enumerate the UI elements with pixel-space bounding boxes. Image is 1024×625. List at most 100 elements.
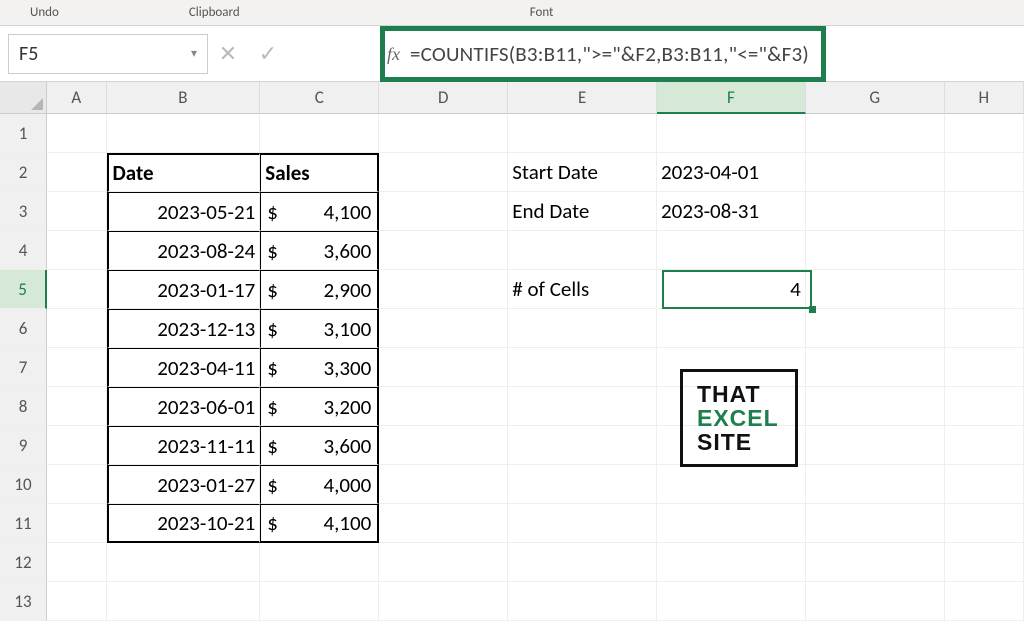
cell-H12[interactable] bbox=[945, 543, 1024, 582]
cell-B8[interactable]: 2023-06-01 bbox=[107, 387, 261, 426]
cell-C7[interactable]: $3,300 bbox=[260, 348, 379, 387]
cell-G7[interactable] bbox=[806, 348, 945, 387]
row-header-13[interactable]: 13 bbox=[0, 582, 47, 621]
row-header-6[interactable]: 6 bbox=[0, 309, 47, 348]
col-header-B[interactable]: B bbox=[107, 82, 261, 114]
cell-B2[interactable]: Date bbox=[107, 153, 261, 192]
cell-E5[interactable]: # of Cells bbox=[508, 270, 657, 309]
cell-D1[interactable] bbox=[379, 114, 508, 153]
cell-A13[interactable] bbox=[47, 582, 107, 621]
cell-A8[interactable] bbox=[47, 387, 107, 426]
cell-F1[interactable] bbox=[657, 114, 806, 153]
formula-enter-icon[interactable]: ✓ bbox=[248, 40, 288, 67]
cell-B13[interactable] bbox=[107, 582, 261, 621]
cell-D12[interactable] bbox=[379, 543, 508, 582]
cell-C9[interactable]: $3,600 bbox=[260, 426, 379, 465]
cell-grid[interactable]: DateSalesStart Date2023-04-012023-05-21$… bbox=[47, 114, 1024, 625]
cell-G13[interactable] bbox=[806, 582, 945, 621]
cell-G3[interactable] bbox=[806, 192, 945, 231]
cell-F3[interactable]: 2023-08-31 bbox=[657, 192, 806, 231]
cell-H8[interactable] bbox=[945, 387, 1024, 426]
cell-D4[interactable] bbox=[379, 231, 508, 270]
row-header-9[interactable]: 9 bbox=[0, 426, 47, 465]
chevron-down-icon[interactable]: ▾ bbox=[191, 46, 197, 61]
cell-H10[interactable] bbox=[945, 465, 1024, 504]
cell-A12[interactable] bbox=[47, 543, 107, 582]
col-header-E[interactable]: E bbox=[508, 82, 657, 114]
cell-E6[interactable] bbox=[508, 309, 657, 348]
cell-C10[interactable]: $4,000 bbox=[260, 465, 379, 504]
cell-D5[interactable] bbox=[379, 270, 508, 309]
cell-H3[interactable] bbox=[945, 192, 1024, 231]
cell-G10[interactable] bbox=[806, 465, 945, 504]
cell-E7[interactable] bbox=[508, 348, 657, 387]
cell-E12[interactable] bbox=[508, 543, 657, 582]
row-header-7[interactable]: 7 bbox=[0, 348, 47, 387]
cell-C12[interactable] bbox=[260, 543, 379, 582]
cell-C11[interactable]: $4,100 bbox=[260, 504, 379, 543]
cell-B11[interactable]: 2023-10-21 bbox=[107, 504, 261, 543]
cell-A5[interactable] bbox=[47, 270, 107, 309]
cell-D7[interactable] bbox=[379, 348, 508, 387]
cell-A3[interactable] bbox=[47, 192, 107, 231]
cell-F2[interactable]: 2023-04-01 bbox=[657, 153, 806, 192]
cell-B3[interactable]: 2023-05-21 bbox=[107, 192, 261, 231]
cell-C13[interactable] bbox=[260, 582, 379, 621]
cell-H7[interactable] bbox=[945, 348, 1024, 387]
cell-B5[interactable]: 2023-01-17 bbox=[107, 270, 261, 309]
col-header-D[interactable]: D bbox=[379, 82, 508, 114]
row-header-3[interactable]: 3 bbox=[0, 192, 47, 231]
cell-C3[interactable]: $4,100 bbox=[260, 192, 379, 231]
cell-B9[interactable]: 2023-11-11 bbox=[107, 426, 261, 465]
fx-icon[interactable]: fx bbox=[387, 44, 400, 65]
cell-H2[interactable] bbox=[945, 153, 1024, 192]
row-header-11[interactable]: 11 bbox=[0, 504, 47, 543]
cell-B7[interactable]: 2023-04-11 bbox=[107, 348, 261, 387]
row-headers[interactable]: 12345678910111213 bbox=[0, 114, 47, 621]
cell-F6[interactable] bbox=[657, 309, 806, 348]
cell-H4[interactable] bbox=[945, 231, 1024, 270]
row-header-2[interactable]: 2 bbox=[0, 153, 47, 192]
row-header-10[interactable]: 10 bbox=[0, 465, 47, 504]
row-header-5[interactable]: 5 bbox=[0, 270, 47, 309]
cell-A1[interactable] bbox=[47, 114, 107, 153]
cell-G2[interactable] bbox=[806, 153, 945, 192]
cell-E3[interactable]: End Date bbox=[508, 192, 657, 231]
cell-A11[interactable] bbox=[47, 504, 107, 543]
cell-D10[interactable] bbox=[379, 465, 508, 504]
name-box[interactable]: F5 ▾ bbox=[8, 34, 208, 74]
cell-G12[interactable] bbox=[806, 543, 945, 582]
cell-D2[interactable] bbox=[379, 153, 508, 192]
col-header-C[interactable]: C bbox=[260, 82, 379, 114]
cell-E4[interactable] bbox=[508, 231, 657, 270]
cell-H1[interactable] bbox=[945, 114, 1024, 153]
row-header-12[interactable]: 12 bbox=[0, 543, 47, 582]
cell-H11[interactable] bbox=[945, 504, 1024, 543]
cell-E1[interactable] bbox=[508, 114, 657, 153]
cell-D8[interactable] bbox=[379, 387, 508, 426]
cell-H6[interactable] bbox=[945, 309, 1024, 348]
cell-B12[interactable] bbox=[107, 543, 261, 582]
cell-F12[interactable] bbox=[657, 543, 806, 582]
select-all-triangle[interactable] bbox=[0, 82, 47, 114]
cell-G11[interactable] bbox=[806, 504, 945, 543]
formula-cancel-icon[interactable]: ✕ bbox=[208, 40, 248, 67]
cell-G4[interactable] bbox=[806, 231, 945, 270]
cell-B6[interactable]: 2023-12-13 bbox=[107, 309, 261, 348]
cell-B4[interactable]: 2023-08-24 bbox=[107, 231, 261, 270]
cell-E2[interactable]: Start Date bbox=[508, 153, 657, 192]
cell-E8[interactable] bbox=[508, 387, 657, 426]
cell-C2[interactable]: Sales bbox=[260, 153, 379, 192]
cell-H13[interactable] bbox=[945, 582, 1024, 621]
cell-H5[interactable] bbox=[945, 270, 1024, 309]
column-headers[interactable]: A B C D E F G H bbox=[47, 82, 1024, 114]
cell-F13[interactable] bbox=[657, 582, 806, 621]
cell-C8[interactable]: $3,200 bbox=[260, 387, 379, 426]
row-header-4[interactable]: 4 bbox=[0, 231, 47, 270]
cell-D6[interactable] bbox=[379, 309, 508, 348]
col-header-F[interactable]: F bbox=[657, 82, 806, 114]
cell-D11[interactable] bbox=[379, 504, 508, 543]
cell-A4[interactable] bbox=[47, 231, 107, 270]
cell-E9[interactable] bbox=[508, 426, 657, 465]
cell-H9[interactable] bbox=[945, 426, 1024, 465]
